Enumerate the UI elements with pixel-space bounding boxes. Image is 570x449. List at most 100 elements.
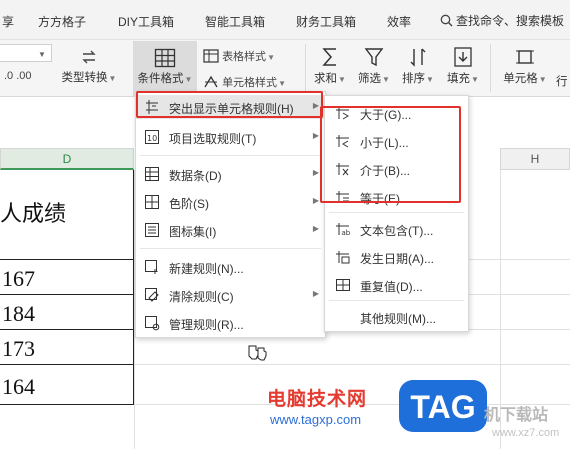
filter-label: 筛选 (358, 73, 382, 85)
menu-item-label: 数据条(D) (169, 169, 222, 183)
ribbon-divider (305, 44, 306, 92)
submenu-item-label: 发生日期(A)... (360, 252, 434, 266)
chevron-right-icon: ▶ (312, 131, 319, 140)
menu-item-icon-sets[interactable]: 图标集(I) ▶ (136, 218, 325, 242)
submenu-item-text-contains[interactable]: ab 文本包含(T)... (325, 217, 468, 241)
menu-item-new-rule[interactable]: 新建规则(N)... (136, 255, 325, 279)
menu-separator (329, 300, 464, 301)
calendar-icon (336, 251, 350, 264)
sort-button[interactable]: 排序▼ (398, 46, 438, 86)
chevron-right-icon: ▶ (312, 224, 319, 233)
grid-line (134, 364, 570, 365)
new-rule-icon (145, 260, 158, 274)
eraser-icon (145, 288, 159, 302)
submenu-item-more-rules[interactable]: 其他规则(M)... (325, 305, 468, 329)
filter-button[interactable]: 筛选▼ (354, 46, 394, 86)
grid-table-icon (154, 48, 176, 68)
menu-item-label: 管理规则(R)... (169, 318, 244, 332)
conditional-format-label: 条件格式 (137, 73, 184, 85)
watermark-url: www.tagxp.com (270, 412, 362, 427)
table-style-icon (203, 49, 219, 63)
table-style-label: 表格样式 (222, 51, 267, 63)
menu-item-clear-rules[interactable]: 清除规则(C) ▶ (136, 283, 325, 307)
watermark-right-url: www.xz7.com (492, 427, 560, 439)
column-header-d[interactable]: D (0, 148, 134, 170)
sum-button[interactable]: 求和▼ (310, 46, 350, 86)
cell-button[interactable]: 单元格▼ (498, 46, 552, 86)
chevron-right-icon: ▶ (312, 289, 319, 298)
sigma-icon (322, 48, 336, 66)
sort-icon (410, 48, 426, 67)
cell-style-button[interactable]: 单元格样式▼ (203, 74, 286, 90)
table-border (0, 294, 134, 295)
watermark-site-name: 电脑技术网 (267, 389, 368, 410)
table-style-button[interactable]: 表格样式▼ (203, 48, 275, 64)
chevron-right-icon: ▶ (312, 168, 319, 177)
cell-value[interactable]: 173 (2, 336, 35, 362)
conditional-format-content: 条件格式▼ (136, 48, 194, 86)
submenu-item-label: 其他规则(M)... (360, 312, 436, 326)
row-col-button[interactable]: 行 (556, 73, 570, 89)
hand-cursor-icon (248, 345, 267, 361)
highlight-rules-annotation-box (136, 91, 323, 118)
convert-icon (82, 50, 96, 64)
cell-value[interactable]: 167 (2, 266, 35, 292)
decimal-format-buttons[interactable]: .0 .00 (4, 70, 32, 82)
sort-label: 排序 (402, 73, 426, 85)
search-label: 查找命令、搜索模板 (456, 14, 565, 28)
fill-down-icon (454, 47, 472, 67)
cell-value[interactable]: 164 (2, 374, 35, 400)
menu-item-manage-rules[interactable]: 管理规则(R)... (136, 311, 325, 335)
fill-button[interactable]: 填充▼ (443, 46, 483, 86)
search-icon (440, 14, 453, 27)
icon-set-icon (145, 223, 159, 237)
conditional-format-menu: 突出显示单元格规则(H) ▶ 10 项目选取规则(T) ▶ 数据条(D) ▶ 色… (135, 91, 326, 338)
cell-icon (516, 50, 534, 64)
fill-label: 填充 (447, 73, 471, 85)
menu-item-top-bottom-rules[interactable]: 10 项目选取规则(T) ▶ (136, 125, 325, 149)
table-border (0, 329, 134, 330)
submenu-item-duplicate-values[interactable]: 重复值(D)... (325, 273, 468, 297)
tab-smart-toolbox[interactable]: 智能工具箱 (205, 13, 265, 30)
tab-diy-toolbox[interactable]: DIY工具箱 (118, 13, 174, 30)
menu-separator (329, 212, 464, 213)
menu-item-label: 色阶(S) (169, 197, 209, 211)
svg-text:ab: ab (342, 229, 351, 237)
sum-label: 求和 (314, 73, 338, 85)
menu-item-data-bars[interactable]: 数据条(D) ▶ (136, 162, 325, 186)
watermark-right-text: 机下载站 (484, 407, 549, 424)
type-convert-button[interactable]: 类型转换▼ (58, 47, 120, 85)
ribbon-tab-bar: 享 方方格子 DIY工具箱 智能工具箱 财务工具箱 效率 查找命令、搜索模板 (0, 0, 570, 40)
menu-item-label: 新建规则(N)... (169, 262, 244, 276)
menu-separator (140, 155, 321, 156)
tab-fangfang[interactable]: 方方格子 (38, 13, 86, 30)
column-header-h[interactable]: H (500, 148, 570, 170)
table-border (0, 404, 134, 405)
top-ten-icon: 10 (145, 130, 159, 144)
svg-text:10: 10 (147, 134, 157, 143)
cell-value[interactable]: 184 (2, 301, 35, 327)
cell-style-icon (204, 75, 218, 88)
cell-score-header[interactable]: 人成绩 (0, 196, 66, 228)
submenu-item-label: 重复值(D)... (360, 280, 423, 294)
menu-item-label: 图标集(I) (169, 225, 217, 239)
table-border (0, 259, 134, 260)
command-search[interactable]: 查找命令、搜索模板 (440, 12, 564, 29)
chevron-down-icon[interactable]: ▼ (38, 50, 46, 59)
table-border (0, 364, 134, 365)
ribbon-divider (490, 44, 491, 92)
tab-finance-toolbox[interactable]: 财务工具箱 (296, 13, 356, 30)
comparison-rules-annotation-box (320, 106, 461, 203)
tag-logo-icon: TAG (399, 380, 487, 432)
menu-item-label: 清除规则(C) (169, 290, 234, 304)
cell-style-label: 单元格样式 (222, 77, 278, 89)
tab-efficiency[interactable]: 效率 (387, 13, 411, 30)
submenu-item-date-occurring[interactable]: 发生日期(A)... (325, 245, 468, 269)
table-border (133, 170, 134, 404)
menu-item-color-scales[interactable]: 色阶(S) ▶ (136, 190, 325, 214)
duplicate-values-icon (336, 279, 350, 291)
menu-item-label: 项目选取规则(T) (169, 132, 257, 146)
text-contains-icon: ab (336, 223, 351, 237)
data-bars-icon (145, 167, 159, 181)
tab-share[interactable]: 享 (2, 13, 14, 30)
